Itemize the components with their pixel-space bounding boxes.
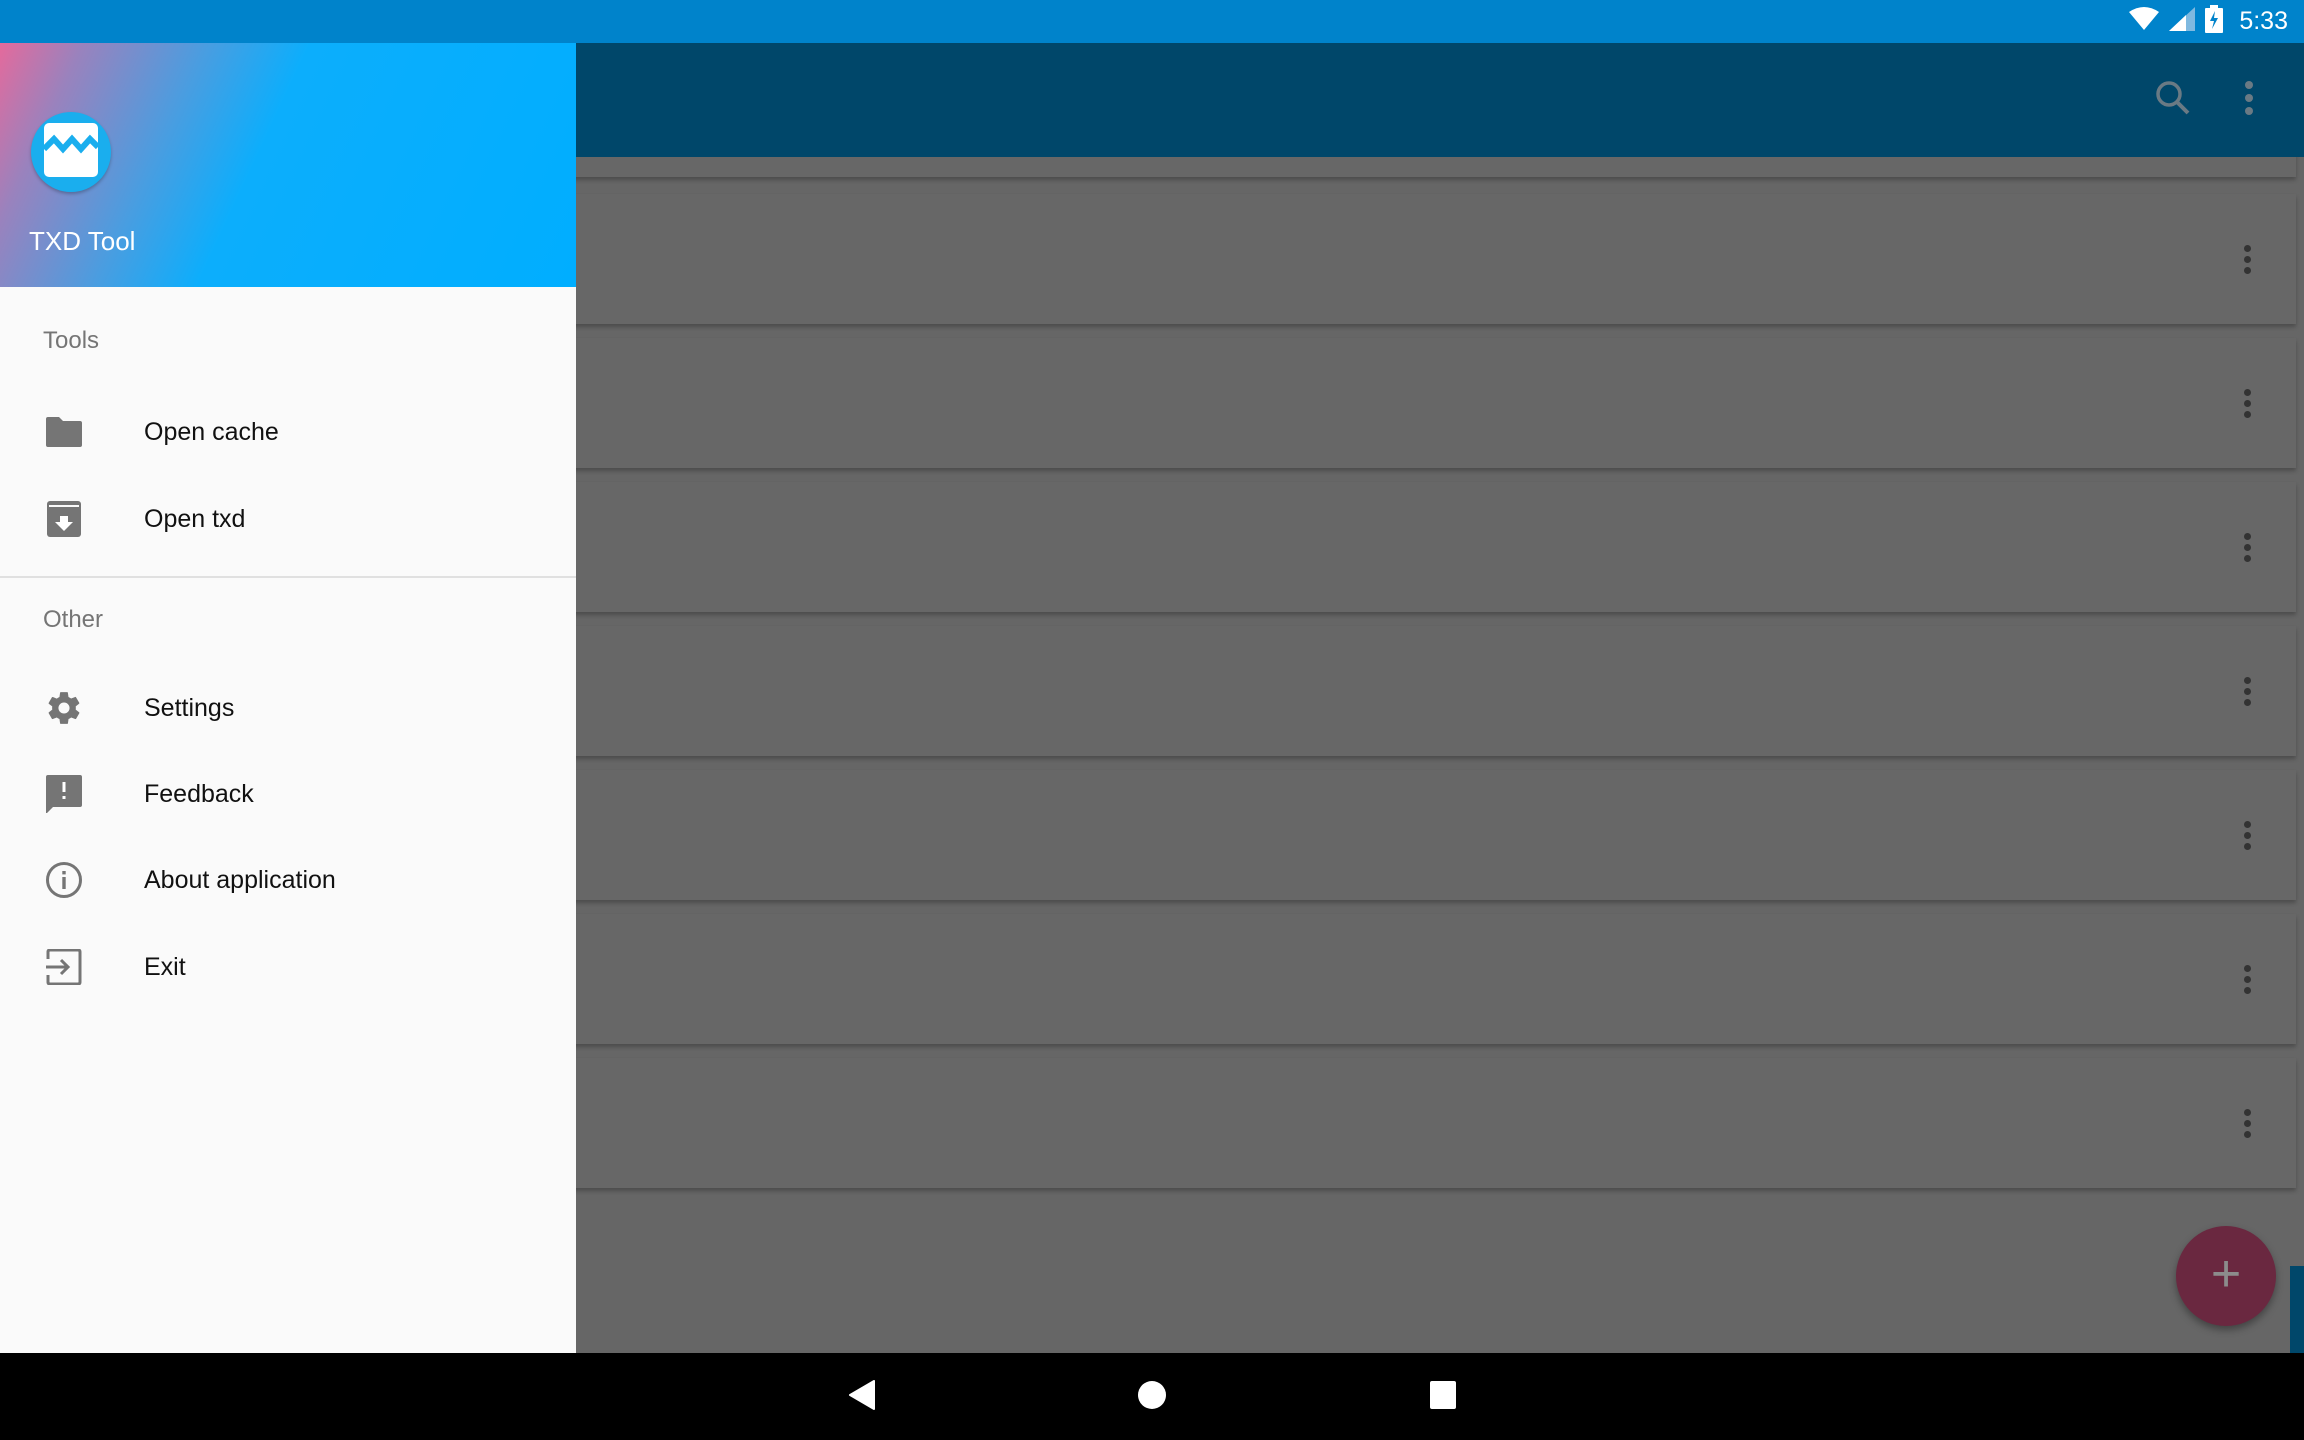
section-label-other: Other (43, 606, 104, 633)
search-icon (2153, 78, 2193, 123)
more-vert-icon (2243, 964, 2251, 972)
recents-icon (1429, 1380, 1457, 1415)
card-menu-button[interactable] (2232, 667, 2262, 715)
back-icon (848, 1379, 876, 1415)
plus-icon: + (2210, 1245, 2242, 1303)
battery-charging-icon (2205, 5, 2224, 38)
cell-signal-icon (2169, 7, 2196, 36)
list-card[interactable] (560, 770, 2296, 900)
wifi-icon (2129, 7, 2160, 36)
menu-label: Feedback (144, 779, 254, 808)
list-card[interactable] (560, 194, 2296, 324)
recents-button[interactable] (1417, 1371, 1469, 1423)
more-vert-icon (2243, 80, 2255, 121)
card-menu-button[interactable] (2232, 1099, 2262, 1147)
exit-icon (44, 947, 84, 987)
card-menu-button[interactable] (2232, 955, 2262, 1003)
menu-label: Exit (144, 952, 186, 981)
system-nav-bar (0, 1353, 2304, 1440)
menu-label: About application (144, 865, 336, 894)
status-time: 5:33 (2239, 7, 2288, 35)
search-button[interactable] (2146, 73, 2200, 127)
archive-download-icon (44, 499, 84, 539)
card-menu-button[interactable] (2232, 523, 2262, 571)
list-card[interactable] (560, 626, 2296, 756)
card-menu-button[interactable] (2232, 811, 2262, 859)
navigation-drawer: TXD Tool Tools Open cache Open txd Other… (0, 43, 576, 1353)
card-menu-button[interactable] (2232, 235, 2262, 283)
more-vert-icon (2243, 1108, 2251, 1116)
more-vert-icon (2243, 388, 2251, 396)
menu-label: Open txd (144, 504, 246, 533)
more-vert-icon (2243, 532, 2251, 540)
menu-item-exit[interactable]: Exit (0, 924, 576, 1010)
back-button[interactable] (836, 1371, 888, 1423)
status-bar: 5:33 (0, 0, 2304, 43)
more-vert-icon (2243, 676, 2251, 684)
partial-snackbar (2290, 1266, 2304, 1353)
gear-icon (44, 688, 84, 728)
list-card[interactable] (560, 482, 2296, 612)
drawer-divider (0, 576, 576, 578)
menu-label: Open cache (144, 417, 279, 446)
more-vert-icon (2243, 244, 2251, 252)
home-icon (1136, 1379, 1168, 1416)
menu-item-open-txd[interactable]: Open txd (0, 476, 576, 562)
feedback-icon (44, 774, 84, 814)
home-button[interactable] (1126, 1371, 1178, 1423)
app-logo (31, 112, 111, 192)
folder-icon (44, 412, 84, 452)
drawer-header: TXD Tool (0, 43, 576, 287)
menu-item-about-application[interactable]: About application (0, 837, 576, 923)
menu-item-settings[interactable]: Settings (0, 665, 576, 751)
menu-label: Settings (144, 693, 235, 722)
section-label-tools: Tools (43, 327, 100, 354)
card-menu-button[interactable] (2232, 379, 2262, 427)
txd-tool-logo-icon (41, 122, 101, 182)
more-vert-icon (2243, 820, 2251, 828)
list-card[interactable] (560, 157, 2296, 177)
list-card[interactable] (560, 1058, 2296, 1188)
app-name: TXD Tool (29, 226, 136, 256)
add-fab-button[interactable]: + (2176, 1226, 2276, 1326)
status-icons: 5:33 (2129, 0, 2288, 43)
list-card[interactable] (560, 914, 2296, 1044)
overflow-menu-button[interactable] (2222, 73, 2276, 127)
list-card[interactable] (560, 338, 2296, 468)
menu-item-open-cache[interactable]: Open cache (0, 389, 576, 475)
info-icon (44, 860, 84, 900)
menu-item-feedback[interactable]: Feedback (0, 751, 576, 837)
